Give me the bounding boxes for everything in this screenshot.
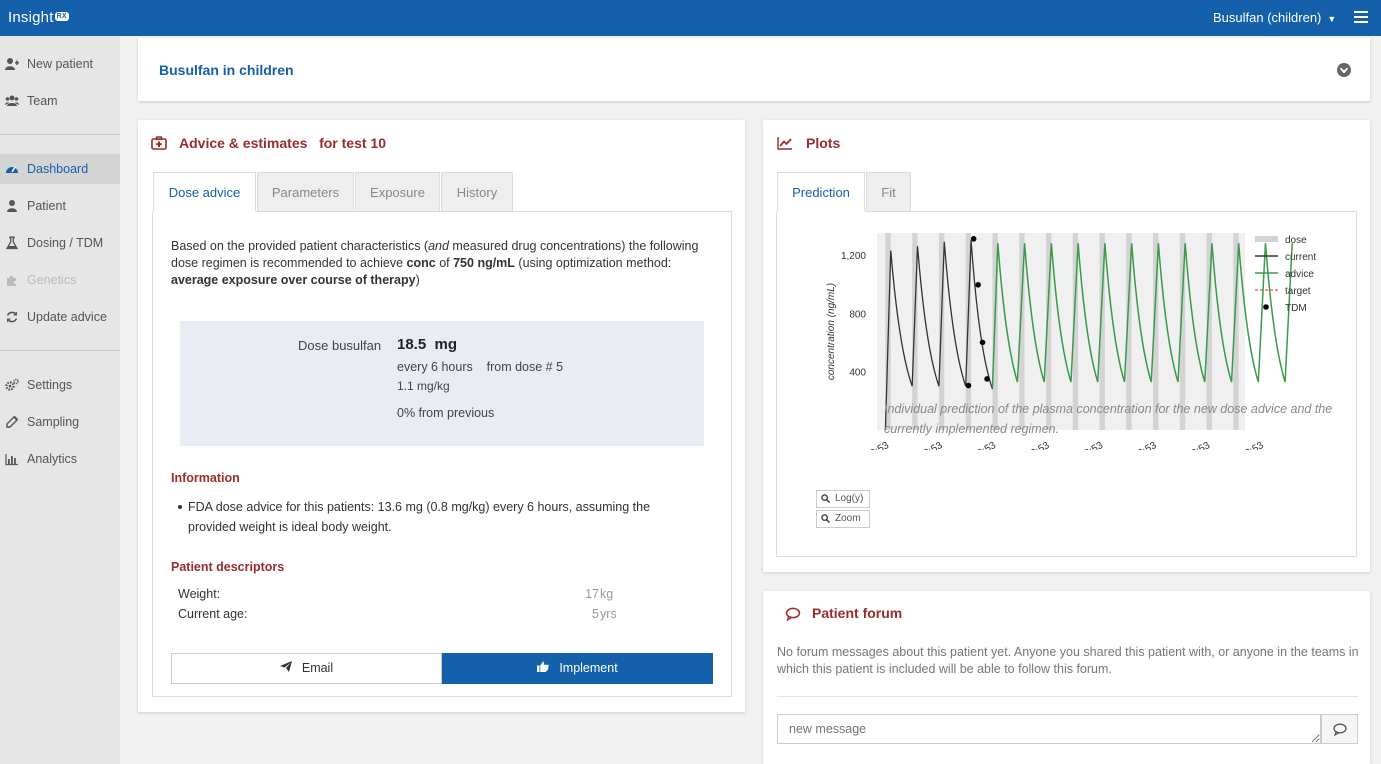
dose-recommendation-box: Dose busulfan 18.5 mg every 6 hours from… — [180, 321, 704, 446]
sidebar-divider — [0, 134, 120, 135]
sidebar-item-sampling[interactable]: Sampling — [0, 407, 120, 437]
advice-heading: Advice & estimates for test 10 — [179, 135, 386, 151]
plot-caption: Individual prediction of the plasma conc… — [884, 402, 1333, 436]
implement-button[interactable]: Implement — [442, 653, 713, 684]
page-title: Busulfan in children — [159, 62, 294, 78]
email-button[interactable]: Email — [171, 653, 442, 684]
sidebar-item-analytics[interactable]: Analytics — [0, 444, 120, 474]
dose-per-kg: 1.1 mg/kg — [397, 379, 450, 393]
information-bullet: FDA dose advice for this patients: 13.6 … — [178, 497, 698, 537]
x-tick-label: 12/04 22:53 — [1000, 440, 1052, 450]
advice-panel: Advice & estimates for test 10 Dose advi… — [138, 120, 745, 712]
legend-label: TDM — [1285, 303, 1307, 314]
send-icon — [279, 654, 292, 683]
descriptors-heading: Patient descriptors — [171, 560, 285, 574]
sidebar-item-update-advice[interactable]: Update advice — [0, 302, 120, 332]
legend-label: dose — [1285, 235, 1307, 246]
eyedropper-icon — [5, 415, 19, 429]
tab-exposure[interactable]: Exposure — [355, 172, 440, 212]
x-tick-label: 12/03 10:53 — [840, 440, 892, 450]
send-message-button[interactable] — [1321, 714, 1358, 744]
legend-label: current — [1285, 252, 1316, 263]
comment-icon — [1333, 723, 1347, 736]
tab-dose-advice[interactable]: Dose advice — [153, 172, 256, 212]
medkit-icon — [151, 136, 167, 150]
bar-chart-icon — [5, 452, 19, 466]
user-icon — [5, 199, 19, 213]
dose-interval: every 6 hours from dose # 5 — [397, 360, 564, 374]
tdm-point — [970, 236, 977, 242]
log-y-button[interactable]: Log(y) — [816, 490, 870, 508]
comment-icon — [785, 607, 801, 622]
app-logo[interactable]: Insight RX — [8, 9, 69, 26]
sidebar-item-team[interactable]: Team — [0, 86, 120, 116]
page-title-panel: Busulfan in children — [138, 38, 1370, 101]
tab-parameters[interactable]: Parameters — [257, 172, 354, 212]
plots-panel: Plots Prediction Fit 400 800 1,200 concentr… — [763, 120, 1370, 572]
advice-intro: Based on the provided patient characteri… — [171, 239, 699, 287]
legend-swatch-tdm — [1263, 304, 1269, 310]
y-tick-label: 400 — [849, 368, 866, 379]
team-icon — [5, 94, 19, 108]
refresh-icon — [5, 310, 19, 324]
sidebar-item-genetics[interactable]: Genetics — [0, 265, 120, 295]
x-tick-label: 12/06 10:53 — [1161, 440, 1213, 450]
forum-panel: Patient forum No forum messages about th… — [763, 591, 1370, 764]
puzzle-icon — [5, 273, 19, 287]
x-tick-label: 12/05 10:53 — [1054, 440, 1106, 450]
flask-icon — [5, 236, 19, 250]
tdm-point — [975, 282, 981, 288]
x-tick-label: 12/05 22:53 — [1107, 440, 1159, 450]
top-bar: Insight RX Busulfan (children) ▼ — [0, 0, 1381, 36]
tab-history[interactable]: History — [441, 172, 513, 212]
chevron-down-icon[interactable] — [1337, 63, 1351, 77]
sidebar-item-patient[interactable]: Patient — [0, 191, 120, 221]
dose-label: Dose busulfan — [298, 338, 382, 353]
model-selector[interactable]: Busulfan (children) ▼ — [1213, 10, 1336, 25]
descriptor-weight: Weight: 17 kg — [178, 587, 614, 601]
legend-swatch-dose — [1255, 236, 1278, 242]
descriptor-age: Current age: 5 yrs — [178, 607, 617, 621]
new-message-input[interactable] — [777, 714, 1321, 744]
x-tick-label: 12/06 22:53 — [1214, 440, 1266, 450]
gears-icon — [5, 378, 19, 392]
x-tick-label: 12/03 22:53 — [893, 440, 945, 450]
sidebar-item-new-patient[interactable]: New patient — [0, 49, 120, 79]
tdm-point — [984, 376, 990, 382]
search-icon — [821, 494, 830, 503]
forum-heading: Patient forum — [812, 605, 903, 621]
tdm-point — [979, 339, 986, 346]
sidebar-item-dashboard[interactable]: Dashboard — [0, 154, 120, 184]
information-heading: Information — [171, 471, 240, 485]
y-tick-label: 800 — [849, 309, 866, 320]
tab-underline — [256, 211, 733, 212]
y-axis-label: concentration (ng/mL) — [826, 283, 837, 380]
forum-divider — [777, 696, 1358, 697]
sidebar-item-settings[interactable]: Settings — [0, 370, 120, 400]
caret-down-icon: ▼ — [1327, 14, 1337, 24]
forum-empty-text: No forum messages about this patient yet… — [777, 645, 1359, 676]
x-tick-label: 12/04 10:53 — [947, 440, 999, 450]
zoom-button[interactable]: Zoom — [816, 510, 870, 528]
hamburger-menu-icon[interactable] — [1354, 11, 1368, 24]
thumbs-up-icon — [537, 654, 550, 683]
sidebar: New patient Team Dashboard Patient Dosin… — [0, 36, 120, 764]
sidebar-item-dosing-tdm[interactable]: Dosing / TDM — [0, 228, 120, 258]
search-icon — [821, 514, 830, 523]
dashboard-icon — [5, 162, 19, 176]
dose-value: 18.5 mg — [397, 336, 458, 353]
legend-label: target — [1285, 286, 1311, 297]
tab-underline-left — [152, 211, 153, 212]
tdm-point — [965, 382, 972, 389]
dose-change: 0% from previous — [397, 406, 495, 420]
legend-label: advice — [1285, 269, 1314, 280]
add-user-icon — [5, 57, 19, 71]
sidebar-divider — [0, 350, 120, 351]
y-tick-label: 1,200 — [841, 251, 866, 262]
